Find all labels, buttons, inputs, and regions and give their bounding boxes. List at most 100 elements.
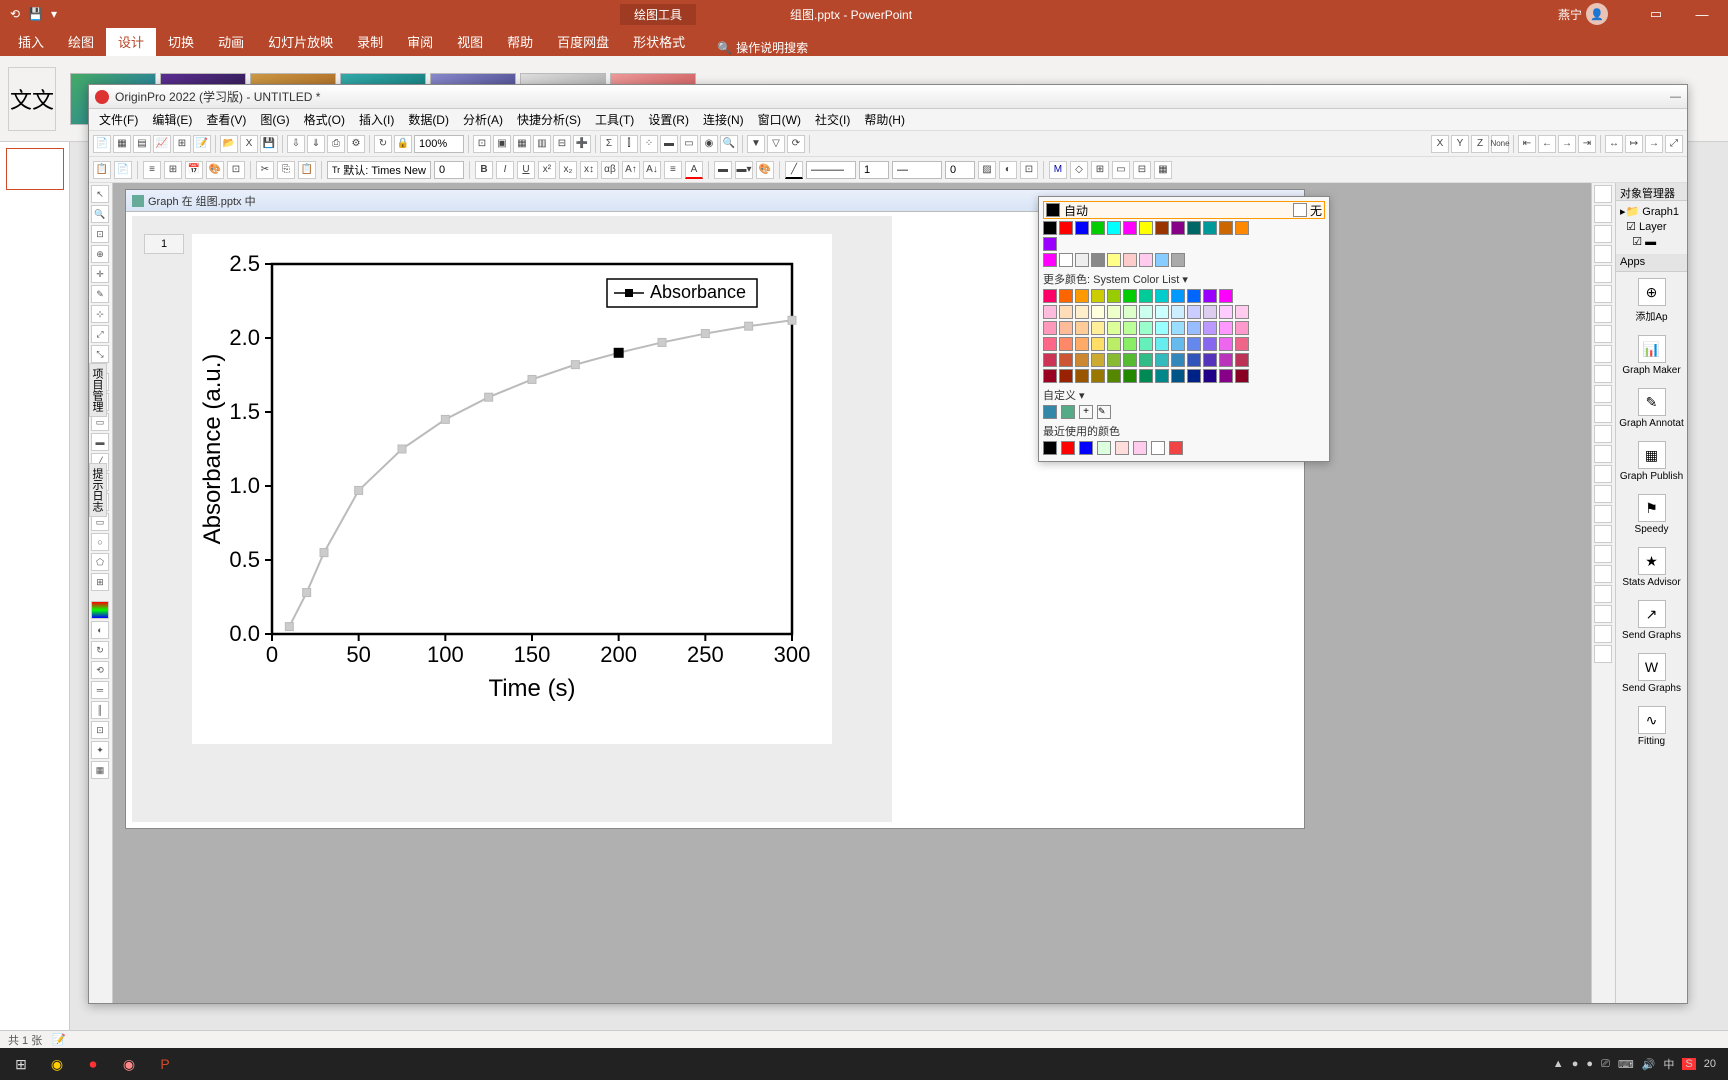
rt-11[interactable] — [1594, 385, 1612, 403]
color-swatch[interactable] — [1123, 289, 1137, 303]
color-swatch[interactable] — [1219, 289, 1233, 303]
zoom-in-icon[interactable]: 🔍 — [720, 135, 738, 153]
color-swatch[interactable] — [1123, 305, 1137, 319]
poly-tool-icon[interactable]: ⬠ — [91, 553, 109, 571]
h-line-icon[interactable]: ═ — [91, 681, 109, 699]
tray-1-icon[interactable]: ● — [1572, 1058, 1579, 1070]
copy-icon[interactable]: ⎘ — [277, 161, 295, 179]
last-icon[interactable]: ⇥ — [1578, 135, 1596, 153]
color-swatch[interactable] — [1219, 337, 1233, 351]
merge-icon[interactable]: ▦ — [513, 135, 531, 153]
color-swatch[interactable] — [1061, 405, 1075, 419]
menu-format[interactable]: 格式(O) — [298, 109, 351, 130]
color-swatch[interactable] — [1171, 369, 1185, 383]
color-swatch[interactable] — [1107, 321, 1121, 335]
rescale-tool-icon[interactable]: ⊡ — [91, 225, 109, 243]
color-swatch[interactable] — [1091, 253, 1105, 267]
save-icon[interactable]: 💾 — [28, 7, 43, 21]
menu-view[interactable]: 查看(V) — [200, 109, 252, 130]
align-icon[interactable]: ≡ — [664, 161, 682, 179]
color-swatch[interactable] — [1155, 221, 1169, 235]
fill-color-icon[interactable]: ▬ — [714, 161, 732, 179]
color-swatch[interactable] — [1091, 337, 1105, 351]
color-swatch[interactable] — [1203, 369, 1217, 383]
minimize-icon[interactable]: — — [1680, 7, 1724, 22]
color-swatch[interactable] — [1043, 253, 1057, 267]
color-swatch[interactable] — [1235, 321, 1249, 335]
color-swatch[interactable] — [1043, 337, 1057, 351]
color-swatch[interactable] — [1235, 305, 1249, 319]
color-swatch[interactable] — [1151, 441, 1165, 455]
rt-12[interactable] — [1594, 405, 1612, 423]
tab-insert[interactable]: 插入 — [6, 27, 56, 56]
color-swatch[interactable] — [1203, 353, 1217, 367]
greek-icon[interactable]: αβ — [601, 161, 619, 179]
new-matrix-icon[interactable]: ⊞ — [173, 135, 191, 153]
color-swatch[interactable] — [1203, 337, 1217, 351]
color-swatch[interactable] — [1059, 353, 1073, 367]
app-item[interactable]: ⚑Speedy — [1616, 488, 1687, 541]
menu-edit[interactable]: 编辑(E) — [146, 109, 198, 130]
font-combo[interactable]: Tr 默认: Times New — [327, 161, 431, 179]
color-swatch[interactable] — [1155, 289, 1169, 303]
rt-24[interactable] — [1594, 645, 1612, 663]
line-color-icon[interactable]: ╱ — [785, 161, 803, 179]
color-swatch[interactable] — [1123, 221, 1137, 235]
tray-volume-icon[interactable]: 🔊 — [1642, 1058, 1656, 1071]
graph-canvas[interactable]: 1 0501001502002503000.00.51.01.52.02.5Ab… — [132, 216, 892, 822]
roi-icon[interactable]: ▭ — [680, 135, 698, 153]
region-roi-icon[interactable]: ⊞ — [91, 573, 109, 591]
color-swatch[interactable] — [1203, 321, 1217, 335]
color-swatch[interactable] — [1171, 289, 1185, 303]
new-legend-icon[interactable]: ≡ — [143, 161, 161, 179]
increase-font-icon[interactable]: A↑ — [622, 161, 640, 179]
menu-file[interactable]: 文件(F) — [93, 109, 144, 130]
super-icon[interactable]: x² — [538, 161, 556, 179]
app-item[interactable]: ⊕添加Ap — [1616, 272, 1687, 329]
color-swatch[interactable] — [1171, 353, 1185, 367]
color-swatch[interactable] — [1075, 305, 1089, 319]
color-swatch[interactable] — [1091, 305, 1105, 319]
color-swatch[interactable] — [1203, 289, 1217, 303]
rt-17[interactable] — [1594, 505, 1612, 523]
line-w2-combo[interactable]: 0 — [945, 161, 975, 179]
color-swatch[interactable] — [1123, 253, 1137, 267]
lock-icon[interactable]: 🔒 — [394, 135, 412, 153]
rotate-tool-icon[interactable]: ↻ — [91, 641, 109, 659]
notes-icon[interactable]: 📝 — [52, 1033, 66, 1046]
new-color-icon[interactable]: 🎨 — [206, 161, 224, 179]
prev-icon[interactable]: ← — [1538, 135, 1556, 153]
tab-draw[interactable]: 绘图 — [56, 27, 106, 56]
color-swatch[interactable] — [1043, 353, 1057, 367]
rt-18[interactable] — [1594, 525, 1612, 543]
italic-icon[interactable]: I — [496, 161, 514, 179]
color-swatch[interactable] — [1123, 337, 1137, 351]
open-excel-icon[interactable]: X — [240, 135, 258, 153]
grid-icon[interactable]: ⊞ — [1091, 161, 1109, 179]
x-col-icon[interactable]: X — [1431, 135, 1449, 153]
color-swatch[interactable] — [1075, 221, 1089, 235]
tray-up-icon[interactable]: ▲ — [1553, 1058, 1564, 1070]
color-palette-icon[interactable] — [91, 601, 109, 619]
color-swatch[interactable] — [1139, 289, 1153, 303]
object-tree[interactable]: ▸📁 Graph1 ☑ Layer ☑ ▬ — [1616, 201, 1687, 254]
color-swatch[interactable] — [1075, 369, 1089, 383]
message-log-tab[interactable]: 提示日志 — [89, 463, 107, 517]
color-swatch[interactable] — [1043, 405, 1057, 419]
color-swatch[interactable] — [1139, 221, 1153, 235]
color-swatch[interactable] — [1059, 221, 1073, 235]
scale-in-icon[interactable]: ⤢ — [91, 325, 109, 343]
eyedropper-icon[interactable]: ✎ — [1097, 405, 1111, 419]
import-single-icon[interactable]: ⇓ — [307, 135, 325, 153]
color-swatch[interactable] — [1107, 353, 1121, 367]
color-swatch[interactable] — [1107, 337, 1121, 351]
color-auto[interactable]: 自动 无 — [1043, 201, 1325, 219]
color-swatch[interactable] — [1171, 305, 1185, 319]
task-chrome-icon[interactable]: ◉ — [42, 1051, 72, 1077]
rt-1[interactable] — [1594, 185, 1612, 203]
color-swatch[interactable] — [1075, 253, 1089, 267]
cut-icon[interactable]: ✂ — [256, 161, 274, 179]
tray-lang-icon[interactable]: 中 — [1663, 1056, 1674, 1072]
color-swatch[interactable] — [1235, 337, 1249, 351]
color-swatch[interactable] — [1187, 289, 1201, 303]
